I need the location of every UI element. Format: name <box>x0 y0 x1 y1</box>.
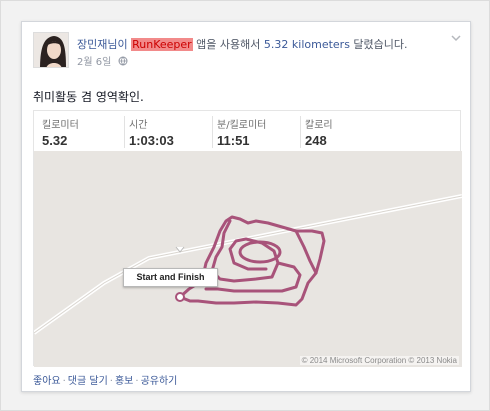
stat-value: 1:03:03 <box>129 133 174 148</box>
avatar[interactable] <box>33 32 69 68</box>
globe-icon[interactable] <box>118 56 128 66</box>
distance-link[interactable]: 5.32 kilometers <box>264 38 350 51</box>
stat-divider <box>212 116 213 148</box>
map-copyright: © 2014 Microsoft Corporation © 2013 Noki… <box>299 356 459 365</box>
stat-value: 5.32 <box>42 133 68 148</box>
route-map-graphic <box>34 151 462 367</box>
activity-summary[interactable]: 킬로미터 5.32 시간 1:03:03 분/킬로미터 11:51 칼로리 24… <box>33 110 462 367</box>
promote-link[interactable]: 홍보 <box>115 376 133 387</box>
author-name[interactable]: 장민재님이 <box>77 38 128 51</box>
headline-middle: 앱을 사용해서 <box>192 38 264 51</box>
stat-divider <box>124 116 125 148</box>
stat-pace: 분/킬로미터 11:51 <box>212 116 267 148</box>
stat-value: 11:51 <box>217 133 250 148</box>
start-finish-label: Start and Finish <box>123 268 218 287</box>
stat-label: 칼로리 <box>305 120 333 131</box>
post-date[interactable]: 2월 6일 <box>77 57 111 68</box>
separator-dot: · <box>62 376 66 387</box>
route-map[interactable]: Start and Finish © 2014 Microsoft Corpor… <box>34 151 462 367</box>
stat-calories: 칼로리 248 <box>300 116 333 148</box>
start-finish-marker[interactable] <box>175 292 185 302</box>
headline-end: 달렸습니다. <box>349 38 408 51</box>
post-headline: 장민재님이 RunKeeper 앱을 사용해서 5.32 kilometers … <box>77 36 408 52</box>
comment-link[interactable]: 댓글 달기 <box>68 376 108 387</box>
separator-dot: · <box>135 376 139 387</box>
stat-label: 시간 <box>129 120 148 131</box>
stat-divider <box>300 116 301 148</box>
post-header: 장민재님이 RunKeeper 앱을 사용해서 5.32 kilometers … <box>33 32 433 72</box>
separator-dot: · <box>109 376 113 387</box>
post-body: 취미활동 겸 영역확인. <box>33 90 144 104</box>
post-actions: 좋아요 · 댓글 달기 · 홍보 · 공유하기 <box>33 372 177 387</box>
stats-row: 킬로미터 5.32 시간 1:03:03 분/킬로미터 11:51 칼로리 24… <box>34 111 462 151</box>
post-meta: 2월 6일 <box>77 53 128 68</box>
share-link[interactable]: 공유하기 <box>141 376 178 387</box>
app-name-link[interactable]: RunKeeper <box>131 38 193 51</box>
stat-value: 248 <box>305 133 327 148</box>
like-link[interactable]: 좋아요 <box>33 376 61 387</box>
post-card: 장민재님이 RunKeeper 앱을 사용해서 5.32 kilometers … <box>21 21 471 392</box>
chevron-down-icon[interactable] <box>450 32 462 44</box>
stat-time: 시간 1:03:03 <box>124 116 174 148</box>
screenshot-frame: 장민재님이 RunKeeper 앱을 사용해서 5.32 kilometers … <box>0 0 490 411</box>
stat-label: 킬로미터 <box>42 120 79 131</box>
stat-label: 분/킬로미터 <box>217 120 267 131</box>
stat-distance: 킬로미터 5.32 <box>42 116 79 148</box>
